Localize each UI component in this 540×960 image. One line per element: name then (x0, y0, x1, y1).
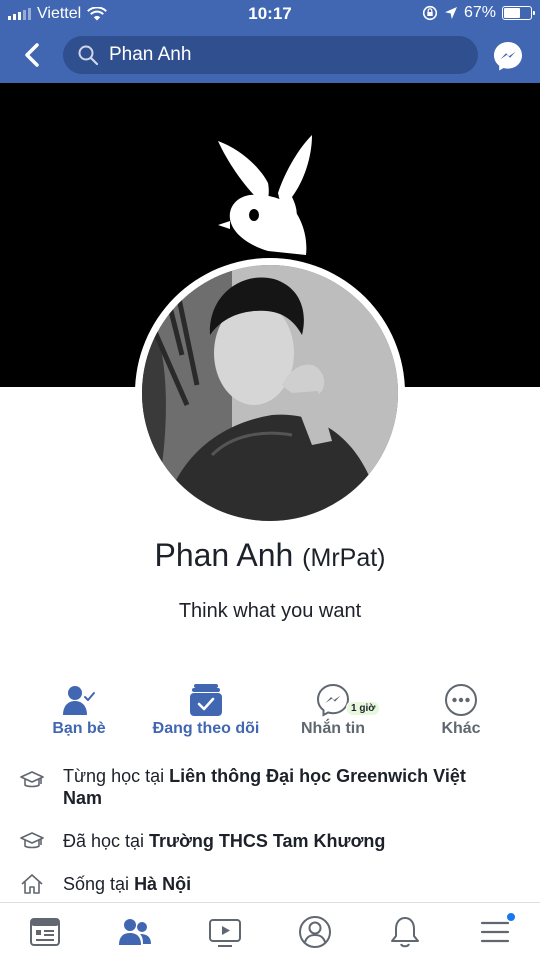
home-icon (21, 874, 43, 894)
back-button[interactable] (16, 40, 48, 70)
following-check-icon (190, 684, 222, 716)
search-bar[interactable]: Phan Anh (63, 36, 478, 74)
info-text-lives-in: Sống tại Hà Nội (63, 873, 503, 895)
message-time-badge: 1 giờ (346, 701, 381, 716)
nav-notifications[interactable] (385, 913, 425, 951)
following-button[interactable]: Đang theo dõi (141, 683, 271, 743)
profile-name-text: Phan Anh (154, 537, 294, 573)
screen-lock-icon (422, 5, 438, 21)
menu-icon (480, 921, 510, 943)
action-buttons: Bạn bè Đang theo dõi 1 giờ Nhắn tin Khác (0, 683, 540, 743)
chevron-left-icon (25, 43, 39, 67)
profile-bio: Think what you want (178, 600, 362, 622)
info-value: Trường THCS Tam Khương (149, 831, 386, 851)
bottom-nav (0, 902, 540, 960)
header: Viettel 10:17 67% Phan Anh (0, 0, 540, 83)
more-icon (445, 684, 477, 716)
friends-icon (119, 919, 151, 945)
info-row-lives-in[interactable]: Sống tại Hà Nội (0, 872, 540, 898)
profile-name: Phan Anh (MrPat) (0, 537, 540, 574)
nav-friends[interactable] (115, 913, 155, 951)
following-button-label: Đang theo dõi (152, 720, 260, 737)
friends-button[interactable]: Bạn bè (14, 683, 144, 743)
profile-picture[interactable] (142, 265, 398, 521)
nav-watch[interactable] (205, 913, 245, 951)
message-button[interactable]: 1 giờ Nhắn tin (268, 683, 398, 743)
nav-news-feed[interactable] (25, 913, 65, 951)
profile-icon (299, 916, 331, 948)
message-button-label: Nhắn tin (301, 720, 365, 737)
watch-icon (209, 919, 241, 947)
notifications-icon (391, 917, 419, 948)
location-icon (444, 7, 457, 19)
status-bar: Viettel 10:17 67% (0, 0, 540, 28)
search-query: Phan Anh (109, 44, 192, 65)
graduation-cap-icon (20, 771, 44, 788)
profile-photo-image (142, 265, 398, 521)
messenger-icon (494, 42, 522, 71)
info-value: Hà Nội (134, 874, 192, 894)
messenger-button[interactable] (492, 40, 524, 72)
more-button-label: Khác (441, 720, 481, 737)
nav-profile[interactable] (295, 913, 335, 951)
app: Viettel 10:17 67% Phan Anh Phan Anh (MrP… (0, 0, 540, 960)
menu-notification-dot (506, 912, 516, 922)
more-button[interactable]: Khác (396, 683, 526, 743)
info-prefix: Sống tại (63, 874, 135, 894)
news-feed-icon (30, 918, 60, 946)
info-row-education-2[interactable]: Đã học tại Trường THCS Tam Khương (0, 829, 540, 855)
search-icon (78, 45, 99, 66)
info-prefix: Đã học tại (63, 831, 150, 851)
messenger-outline-icon (316, 683, 350, 717)
friends-check-icon (63, 686, 95, 715)
friends-button-label: Bạn bè (52, 720, 106, 737)
graduation-cap-icon (20, 832, 44, 849)
bunny-logo (218, 135, 312, 255)
info-prefix: Từng học tại (63, 766, 170, 786)
battery-icon (502, 6, 535, 20)
info-text-education-2: Đã học tại Trường THCS Tam Khương (63, 830, 503, 852)
info-text-education-1: Từng học tại Liên thông Đại học Greenwic… (63, 765, 503, 809)
profile-alternate-name: (MrPat) (302, 544, 386, 572)
battery-percent: 67% (463, 4, 496, 21)
info-row-education-1[interactable]: Từng học tại Liên thông Đại học Greenwic… (0, 765, 540, 815)
